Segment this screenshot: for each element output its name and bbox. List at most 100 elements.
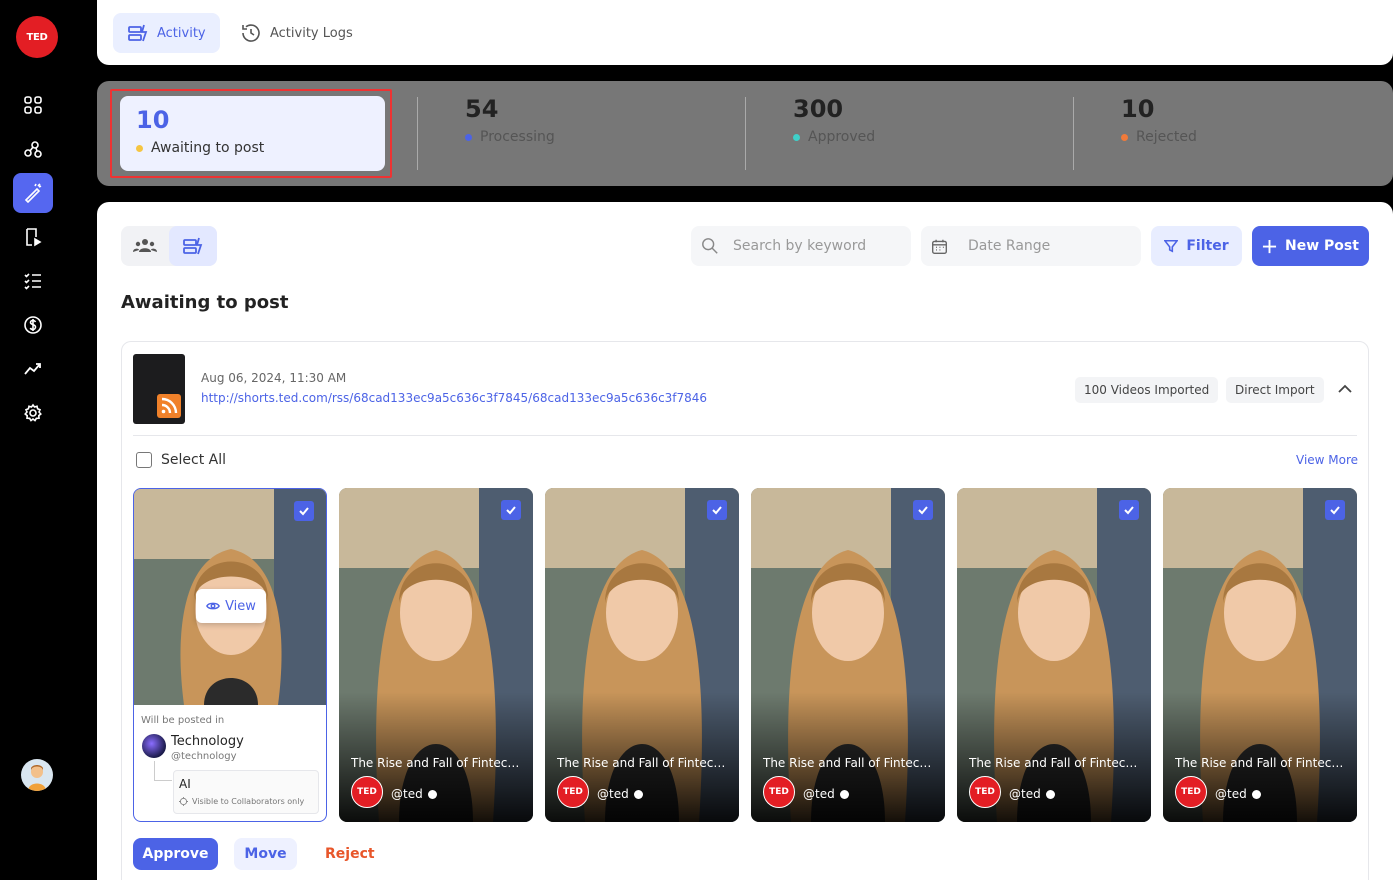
channel-handle-row: @ted xyxy=(1215,787,1261,801)
sidebar-item-create[interactable] xyxy=(13,173,53,213)
channel-avatar: TED xyxy=(1175,776,1207,808)
chevron-up-icon[interactable] xyxy=(1336,380,1354,398)
group-view-button[interactable] xyxy=(121,226,169,266)
video-title: The Rise and Fall of Fintech... xyxy=(351,756,525,770)
channel-handle: @ted xyxy=(1215,787,1247,801)
divider xyxy=(745,97,746,170)
divider xyxy=(1073,97,1074,170)
selected-checkbox[interactable] xyxy=(1325,500,1345,520)
stat-approved-label: Approved xyxy=(808,129,876,145)
sub-channel-name: AI xyxy=(179,777,191,791)
status-summary: 10 Awaiting to post 54 Processing 300 Ap… xyxy=(97,81,1393,186)
tab-activity-logs[interactable]: Activity Logs xyxy=(226,13,367,53)
video-tile[interactable]: The Rise and Fall of Fintech... TED @ted xyxy=(1163,488,1357,822)
sidebar-item-settings[interactable] xyxy=(13,393,53,433)
status-dot xyxy=(793,133,800,141)
visibility-icon xyxy=(179,797,188,806)
tree-connector xyxy=(154,761,172,781)
stat-approved-value: 300 xyxy=(793,95,844,123)
verified-icon xyxy=(427,789,437,799)
view-more-link[interactable]: View More xyxy=(1296,453,1358,467)
stat-rejected-label-row: Rejected xyxy=(1121,129,1197,145)
user-avatar-icon xyxy=(28,765,46,791)
channel-handle: @ted xyxy=(391,787,423,801)
select-all-checkbox[interactable]: Select All xyxy=(136,452,226,468)
channel-avatar: TED xyxy=(557,776,589,808)
activity-icon xyxy=(128,24,148,42)
video-tile[interactable]: The Rise and Fall of Fintech... TED @ted xyxy=(957,488,1151,822)
main-panel: Search by keyword Date Range Filter New … xyxy=(97,202,1393,880)
stat-rejected-value: 10 xyxy=(1121,95,1155,123)
stat-awaiting[interactable]: 10 Awaiting to post xyxy=(120,96,385,171)
sub-channel-box: AI Visible to Collaborators only xyxy=(173,770,319,814)
video-tile[interactable]: The Rise and Fall of Fintech... TED @ted xyxy=(339,488,533,822)
date-range-placeholder: Date Range xyxy=(968,238,1051,254)
activity-view-button[interactable] xyxy=(169,226,217,266)
verified-icon xyxy=(839,789,849,799)
tab-activity[interactable]: Activity xyxy=(113,13,220,53)
header-tabs-bar: Activity Activity Logs xyxy=(97,0,1393,65)
visibility-note-text: Visible to Collaborators only xyxy=(192,797,305,806)
sidebar-item-analytics[interactable] xyxy=(13,349,53,389)
stat-awaiting-value: 10 xyxy=(136,106,170,134)
approve-button[interactable]: Approve xyxy=(133,838,218,870)
stat-approved[interactable]: 300 Approved xyxy=(793,95,875,171)
verified-icon xyxy=(1045,789,1055,799)
video-title: The Rise and Fall of Fintech... xyxy=(763,756,937,770)
selected-checkbox[interactable] xyxy=(913,500,933,520)
verified-icon xyxy=(633,789,643,799)
import-source-badge: Direct Import xyxy=(1226,377,1324,403)
stat-approved-label-row: Approved xyxy=(793,129,875,145)
video-title: The Rise and Fall of Fintech... xyxy=(557,756,731,770)
tab-activity-label: Activity xyxy=(157,25,206,41)
selected-checkbox[interactable] xyxy=(707,500,727,520)
view-toggle xyxy=(121,226,217,266)
selected-checkbox[interactable] xyxy=(501,500,521,520)
sidebar: TED xyxy=(0,0,66,880)
stat-processing[interactable]: 54 Processing xyxy=(465,95,555,171)
filter-button[interactable]: Filter xyxy=(1151,226,1242,266)
videos-imported-badge: 100 Videos Imported xyxy=(1075,377,1219,403)
feed-url-link[interactable]: http://shorts.ted.com/rss/68cad133ec9a5c… xyxy=(201,391,707,405)
dollar-icon xyxy=(24,316,42,334)
rss-icon xyxy=(157,394,181,418)
sidebar-item-billing[interactable] xyxy=(13,305,53,345)
new-post-button[interactable]: New Post xyxy=(1252,226,1369,266)
visibility-note: Visible to Collaborators only xyxy=(179,797,304,806)
video-title: The Rise and Fall of Fintech... xyxy=(969,756,1143,770)
verified-icon xyxy=(1251,789,1261,799)
calendar-icon xyxy=(932,239,947,254)
video-tile[interactable]: View Will be posted in Technology @techn… xyxy=(133,488,327,822)
video-tile[interactable]: The Rise and Fall of Fintech... TED @ted xyxy=(545,488,739,822)
video-import-icon xyxy=(26,228,42,247)
video-tile[interactable]: The Rise and Fall of Fintech... TED @ted xyxy=(751,488,945,822)
selected-checkbox[interactable] xyxy=(1119,500,1139,520)
stat-awaiting-label-row: Awaiting to post xyxy=(136,140,369,156)
date-range-input[interactable]: Date Range xyxy=(921,226,1141,266)
section-title: Awaiting to post xyxy=(121,292,289,313)
search-input[interactable]: Search by keyword xyxy=(691,226,911,266)
status-dot xyxy=(136,144,143,152)
stat-rejected[interactable]: 10 Rejected xyxy=(1121,95,1197,171)
user-avatar[interactable] xyxy=(21,759,53,791)
view-button[interactable]: View xyxy=(196,589,266,623)
activity-icon xyxy=(183,237,203,255)
channel-handle-row: @ted xyxy=(597,787,643,801)
selected-checkbox[interactable] xyxy=(294,501,314,521)
search-icon xyxy=(702,238,718,254)
sidebar-item-tasks[interactable] xyxy=(13,261,53,301)
sidebar-item-videos[interactable] xyxy=(13,217,53,257)
users-icon xyxy=(133,239,157,252)
select-all-label: Select All xyxy=(161,452,226,468)
new-post-label: New Post xyxy=(1285,238,1359,254)
settings-icon xyxy=(24,403,42,422)
checkbox[interactable] xyxy=(136,452,152,468)
move-button[interactable]: Move xyxy=(234,838,297,870)
ted-logo[interactable]: TED xyxy=(16,16,58,58)
magic-pen-icon xyxy=(24,183,42,203)
sidebar-item-network[interactable] xyxy=(13,129,53,169)
sidebar-item-dashboard[interactable] xyxy=(13,85,53,125)
channel-handle-row: @ted xyxy=(1009,787,1055,801)
analytics-icon xyxy=(24,363,41,375)
reject-button[interactable]: Reject xyxy=(325,846,375,862)
